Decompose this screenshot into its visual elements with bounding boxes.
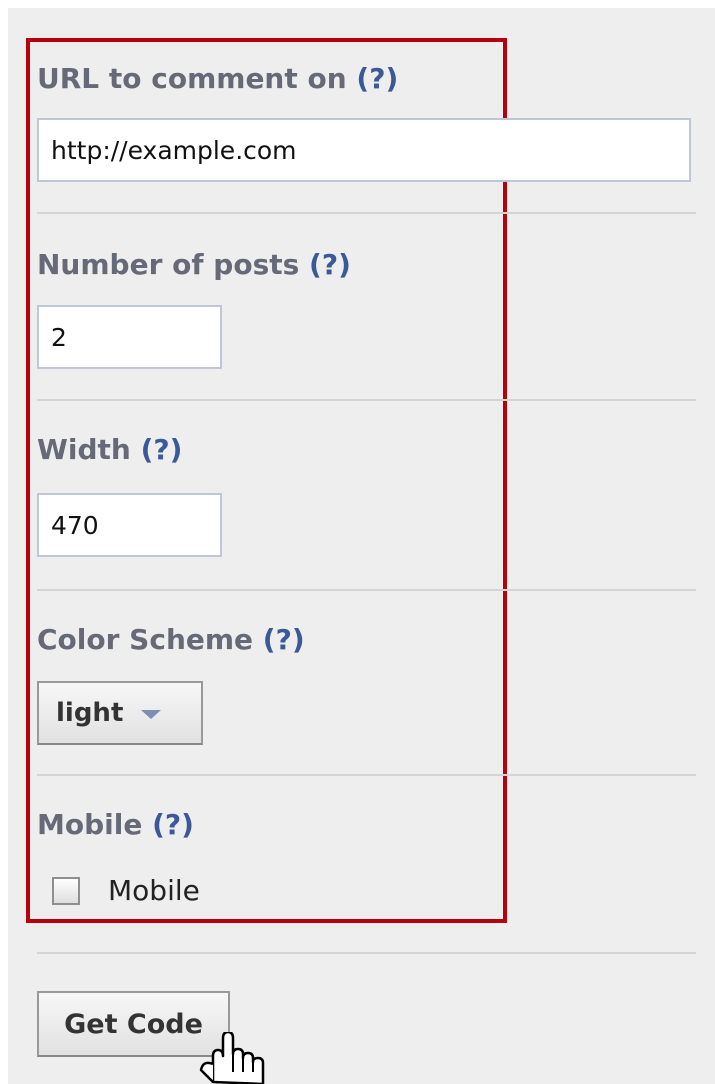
mobile-field-label: Mobile (?) <box>37 808 194 841</box>
num-posts-input[interactable] <box>37 305 222 369</box>
url-input[interactable] <box>37 118 691 182</box>
chevron-down-icon <box>141 709 162 719</box>
divider <box>37 212 696 214</box>
mobile-checkbox[interactable] <box>52 876 80 905</box>
color-scheme-selected-value: light <box>56 698 124 728</box>
settings-panel: URL to comment on (?) Number of posts (?… <box>8 8 715 1084</box>
width-label-text: Width <box>37 433 131 466</box>
num-posts-help-link[interactable]: (?) <box>309 248 351 281</box>
mobile-label-text: Mobile <box>37 808 143 841</box>
mobile-checkbox-row[interactable]: Mobile <box>52 874 200 907</box>
hand-pointer-icon <box>199 1032 265 1084</box>
color-scheme-label-text: Color Scheme <box>37 623 254 656</box>
page: URL to comment on (?) Number of posts (?… <box>0 0 715 1084</box>
url-label-text: URL to comment on <box>37 62 347 95</box>
url-help-link[interactable]: (?) <box>356 62 398 95</box>
width-input[interactable] <box>37 493 222 557</box>
mobile-help-link[interactable]: (?) <box>152 808 194 841</box>
num-posts-label-text: Number of posts <box>37 248 300 281</box>
divider <box>37 952 696 954</box>
width-help-link[interactable]: (?) <box>141 433 183 466</box>
divider <box>37 399 696 401</box>
divider <box>37 774 696 776</box>
color-scheme-field-label: Color Scheme (?) <box>37 623 305 656</box>
mobile-checkbox-label[interactable]: Mobile <box>108 874 200 907</box>
divider <box>37 589 696 591</box>
color-scheme-select[interactable]: light <box>37 681 203 745</box>
color-scheme-help-link[interactable]: (?) <box>263 623 305 656</box>
width-field-label: Width (?) <box>37 433 182 466</box>
url-field-label: URL to comment on (?) <box>37 62 398 95</box>
num-posts-field-label: Number of posts (?) <box>37 248 351 281</box>
